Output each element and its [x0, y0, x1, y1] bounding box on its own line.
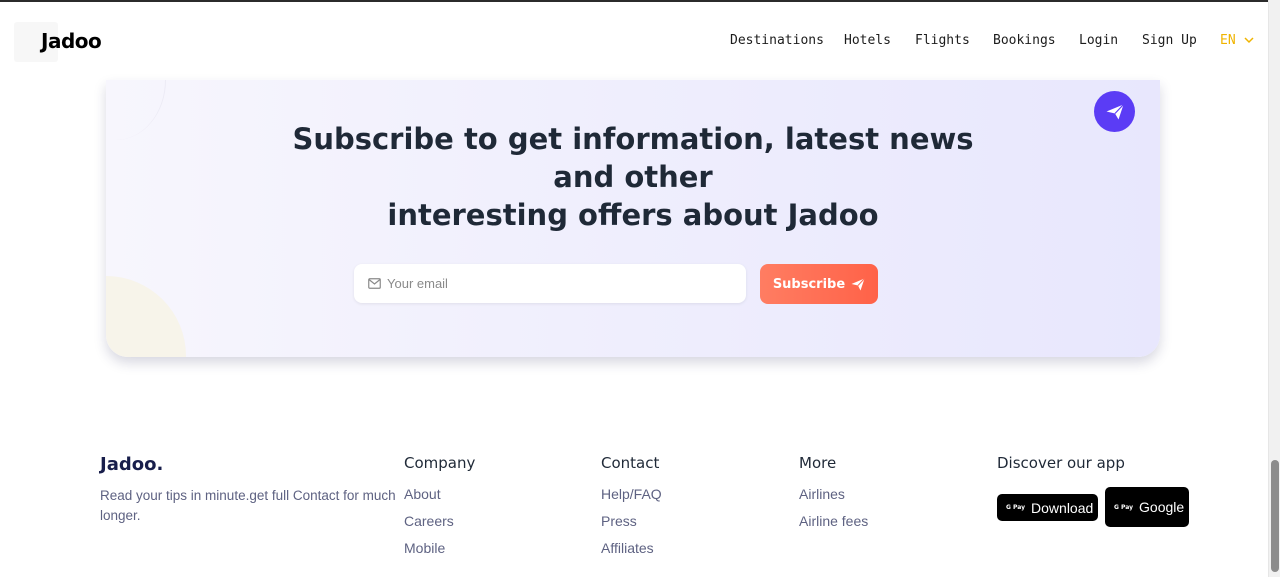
chevron-down-icon	[1244, 37, 1254, 44]
footer-column-more: More Airlines Airline fees	[799, 454, 868, 540]
google-app-button[interactable]: G Pay Google	[1105, 487, 1189, 527]
footer-column-contact: Contact Help/FAQ Press Affiliates	[601, 454, 662, 567]
footer-column-heading: Discover our app	[997, 454, 1125, 472]
subscribe-title-line: Subscribe to get information, latest new…	[292, 122, 974, 156]
paper-plane-icon	[851, 277, 866, 290]
language-label: EN	[1220, 33, 1236, 48]
logo[interactable]: Jadoo	[41, 29, 102, 53]
subscribe-title: Subscribe to get information, latest new…	[106, 120, 1160, 234]
subscribe-title-line: and other	[553, 160, 713, 194]
google-pay-icon: G Pay	[1006, 504, 1026, 511]
email-field-container	[354, 264, 746, 303]
footer-link-airlines[interactable]: Airlines	[799, 486, 868, 503]
nav-hotels[interactable]: Hotels	[844, 33, 891, 48]
nav-bookings[interactable]: Bookings	[993, 33, 1056, 48]
footer-brand: Jadoo.	[100, 454, 164, 475]
footer-link-mobile[interactable]: Mobile	[404, 540, 475, 557]
footer: Jadoo. Read your tips in minute.get full…	[0, 440, 1268, 577]
vertical-scrollbar[interactable]	[1268, 0, 1280, 577]
send-badge[interactable]	[1094, 91, 1135, 132]
footer-column-heading: More	[799, 454, 837, 472]
footer-link-airline-fees[interactable]: Airline fees	[799, 513, 868, 530]
footer-link-about[interactable]: About	[404, 486, 475, 503]
nav-flights[interactable]: Flights	[915, 33, 970, 48]
footer-column-app: Discover our app	[997, 454, 1125, 486]
subscribe-card: Subscribe to get information, latest new…	[106, 80, 1160, 357]
footer-description: Read your tips in minute.get full Contac…	[100, 488, 396, 523]
decorative-circle	[106, 276, 186, 357]
header: Jadoo Destinations Hotels Flights Bookin…	[0, 2, 1268, 80]
footer-column-heading: Contact	[601, 454, 660, 472]
scrollbar-thumb[interactable]	[1271, 460, 1279, 572]
paper-plane-icon	[1106, 103, 1124, 119]
email-input[interactable]	[387, 264, 737, 303]
subscribe-button-label: Subscribe	[772, 276, 846, 292]
footer-link-help-faq[interactable]: Help/FAQ	[601, 486, 662, 503]
nav-signup[interactable]: Sign Up	[1142, 33, 1197, 48]
footer-link-affiliates[interactable]: Affiliates	[601, 540, 662, 557]
footer-column-company: Company About Careers Mobile	[404, 454, 475, 567]
nav-login[interactable]: Login	[1079, 33, 1118, 48]
subscribe-title-line: interesting offers about Jadoo	[387, 198, 879, 232]
language-selector[interactable]: EN	[1220, 33, 1254, 48]
nav-destinations[interactable]: Destinations	[730, 33, 824, 48]
google-app-label: Google	[1139, 499, 1185, 515]
google-pay-icon: G Pay	[1114, 503, 1134, 511]
subscribe-button[interactable]: Subscribe	[760, 264, 878, 304]
footer-column-heading: Company	[404, 454, 476, 472]
footer-link-press[interactable]: Press	[601, 513, 662, 530]
download-app-label: Download	[1031, 499, 1094, 516]
download-app-button[interactable]: G Pay Download	[997, 494, 1098, 521]
mail-icon	[368, 278, 381, 289]
footer-link-careers[interactable]: Careers	[404, 513, 475, 530]
